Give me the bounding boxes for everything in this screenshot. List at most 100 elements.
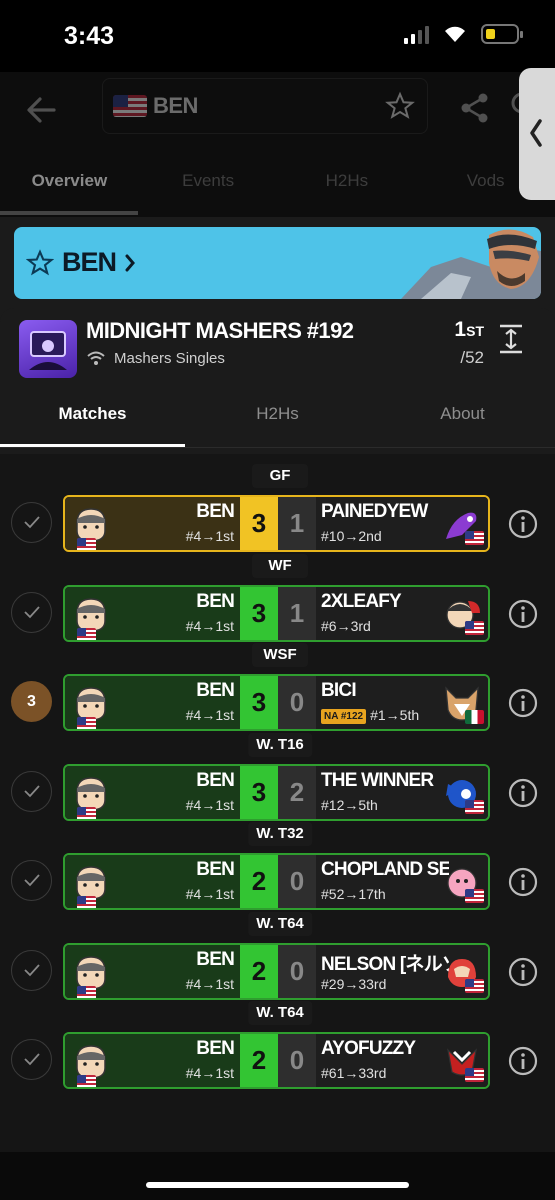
winner-side: BEN #4→1st <box>65 676 240 729</box>
loser-score: 1 <box>278 497 316 550</box>
completed-check-icon[interactable] <box>11 591 52 633</box>
info-icon[interactable] <box>508 1046 538 1076</box>
match-row[interactable]: W. T64 BEN #4→1st 2 0 NELSON [ネルソ... #29… <box>0 911 555 1002</box>
winner-side: BEN #4→1st <box>65 765 240 819</box>
character-avatar-icon <box>71 505 111 550</box>
loser-score: 0 <box>278 944 316 998</box>
match-row[interactable]: GF BEN #4→1st 3 1 PAINEDYEW #10→2nd <box>0 464 555 554</box>
battery-icon <box>481 24 523 44</box>
match-card[interactable]: BEN #4→1st 3 0 BICI NA #122 #1→5th <box>63 674 490 731</box>
tab-matches[interactable]: Matches <box>0 392 185 447</box>
us-flag-icon <box>465 531 484 545</box>
status-bar: 3:43 <box>0 0 555 72</box>
opponent-name: THE WINNER <box>321 769 434 791</box>
us-flag-icon <box>465 889 484 903</box>
us-flag-icon <box>77 985 96 998</box>
match-row[interactable]: WF BEN #4→1st 3 1 2XLEAFY #6→3rd <box>0 553 555 644</box>
opponent-seed: #12→5th <box>321 796 378 813</box>
winner-score: 3 <box>240 586 278 640</box>
round-label: WSF <box>252 643 308 667</box>
event-tabs: Matches H2Hs About <box>0 392 555 448</box>
profile-tabs: Overview Events H2Hs Vods <box>0 169 555 217</box>
winner-name: BEN <box>196 680 235 701</box>
search-input[interactable]: BEN <box>102 78 428 134</box>
tab-events[interactable]: Events <box>139 169 278 217</box>
opponent-seed: NA #122 #1→5th <box>321 707 419 724</box>
completed-check-icon[interactable] <box>11 860 52 901</box>
winner-seed: #4→1st <box>185 1065 234 1081</box>
winner-side: BEN #4→1st <box>65 1034 240 1087</box>
favorite-star-icon[interactable] <box>385 91 415 121</box>
home-indicator[interactable] <box>146 1182 409 1188</box>
round-label: W. T16 <box>248 732 312 757</box>
loser-score: 2 <box>278 765 316 819</box>
region-rank-badge: NA #122 <box>321 709 367 724</box>
character-avatar-icon <box>71 863 111 908</box>
status-time: 3:43 <box>64 22 115 50</box>
info-icon[interactable] <box>508 599 538 629</box>
tab-about[interactable]: About <box>370 392 555 447</box>
us-flag-icon <box>77 627 96 640</box>
banner-player-name: BEN <box>62 247 117 277</box>
completed-check-icon[interactable] <box>11 770 52 812</box>
event-title: MIDNIGHT MASHERS #192 <box>86 318 354 343</box>
match-row[interactable]: W. T32 BEN #4→1st 2 0 CHOPLAND SED... #5… <box>0 822 555 912</box>
entrant-count: /52 <box>460 348 484 367</box>
match-card[interactable]: BEN #4→1st 2 0 CHOPLAND SED... #52→17th <box>63 853 490 910</box>
loser-side: 2XLEAFY #6→3rd <box>316 586 488 640</box>
us-flag-icon <box>465 978 484 993</box>
character-avatar-icon <box>442 1042 484 1082</box>
side-panel-handle[interactable] <box>519 68 555 200</box>
info-icon[interactable] <box>508 957 538 987</box>
info-icon[interactable] <box>508 778 538 808</box>
tab-indicator <box>0 444 185 447</box>
tab-overview[interactable]: Overview <box>0 169 139 217</box>
character-avatar-icon <box>71 1042 111 1087</box>
winner-name: BEN <box>196 501 235 522</box>
info-icon[interactable] <box>508 867 538 897</box>
character-avatar-icon <box>71 684 111 729</box>
chevron-right-icon <box>125 254 135 272</box>
completed-check-icon[interactable] <box>11 949 52 991</box>
tab-h2hs[interactable]: H2Hs <box>278 169 417 217</box>
match-row[interactable]: WSF 3 BEN #4→1st 3 0 BICI NA #122 #1→5th <box>0 643 555 733</box>
character-avatar-icon <box>442 505 484 545</box>
tab-indicator <box>0 211 138 215</box>
completed-check-icon[interactable] <box>11 1039 52 1080</box>
winner-side: BEN #4→1st <box>65 497 240 550</box>
winner-score: 2 <box>240 855 278 908</box>
winner-side: BEN #4→1st <box>65 855 240 908</box>
match-row[interactable]: W. T16 BEN #4→1st 3 2 THE WINNER #12→5th <box>0 732 555 823</box>
favorite-star-icon[interactable] <box>26 249 54 277</box>
share-icon[interactable] <box>460 92 490 124</box>
match-row[interactable]: W. T64 BEN #4→1st 2 0 AYOFUZZY #61→33rd <box>0 1001 555 1091</box>
player-banner[interactable]: BEN <box>14 227 541 299</box>
back-arrow-icon[interactable] <box>24 92 60 128</box>
match-card[interactable]: BEN #4→1st 3 2 THE WINNER #12→5th <box>63 763 490 821</box>
match-card[interactable]: BEN #4→1st 2 0 NELSON [ネルソ... #29→33rd <box>63 942 490 1000</box>
cellular-signal-icon <box>404 24 429 44</box>
winner-seed: #4→1st <box>185 886 234 902</box>
placement: 1ST <box>454 318 484 341</box>
winner-seed: #4→1st <box>185 617 234 634</box>
opponent-name: CHOPLAND SED... <box>321 859 449 880</box>
winner-seed: #4→1st <box>185 528 234 544</box>
winner-side: BEN #4→1st <box>65 944 240 998</box>
completed-check-icon[interactable] <box>11 502 52 543</box>
loser-score: 0 <box>278 1034 316 1087</box>
tab-h2hs[interactable]: H2Hs <box>185 392 370 447</box>
info-icon[interactable] <box>508 688 538 718</box>
winner-score: 3 <box>240 676 278 729</box>
winner-score: 2 <box>240 944 278 998</box>
winner-name: BEN <box>196 1038 235 1059</box>
character-avatar-icon <box>442 595 484 635</box>
match-card[interactable]: BEN #4→1st 3 1 2XLEAFY #6→3rd <box>63 584 490 642</box>
match-card[interactable]: BEN #4→1st 3 1 PAINEDYEW #10→2nd <box>63 495 490 552</box>
match-card[interactable]: BEN #4→1st 2 0 AYOFUZZY #61→33rd <box>63 1032 490 1089</box>
us-flag-icon <box>465 799 484 814</box>
info-icon[interactable] <box>508 509 538 539</box>
character-avatar-icon <box>442 863 484 903</box>
expand-icon[interactable] <box>499 324 523 354</box>
loser-side: PAINEDYEW #10→2nd <box>316 497 488 550</box>
event-subtitle: Mashers Singles <box>114 350 225 367</box>
